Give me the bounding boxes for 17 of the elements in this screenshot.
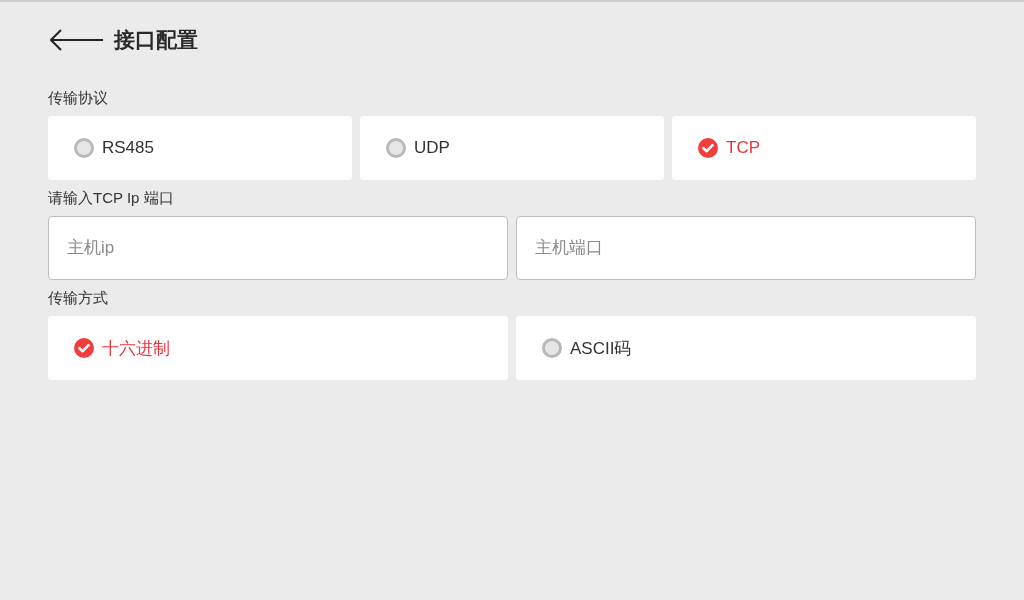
radio-option[interactable]: ASCII码 bbox=[516, 316, 976, 380]
input-field[interactable]: 主机端口 bbox=[516, 216, 976, 280]
section-label: 传输协议 bbox=[48, 88, 108, 108]
radio-circle-icon bbox=[386, 138, 406, 158]
radio-option[interactable]: 十六进制 bbox=[48, 316, 508, 380]
radio-circle-icon bbox=[542, 338, 562, 358]
page-title: 接口配置 bbox=[114, 27, 198, 53]
input-field[interactable]: 主机ip bbox=[48, 216, 508, 280]
arrow-left-icon[interactable] bbox=[50, 29, 104, 51]
check-circle-icon bbox=[74, 338, 94, 358]
section-label: 传输方式 bbox=[48, 288, 108, 308]
section-label: 请输入TCP Ip 端口 bbox=[48, 188, 174, 208]
radio-option[interactable]: UDP bbox=[360, 116, 664, 180]
radio-option[interactable]: TCP bbox=[672, 116, 976, 180]
radio-option[interactable]: RS485 bbox=[48, 116, 352, 180]
radio-circle-icon bbox=[74, 138, 94, 158]
check-circle-icon bbox=[698, 138, 718, 158]
